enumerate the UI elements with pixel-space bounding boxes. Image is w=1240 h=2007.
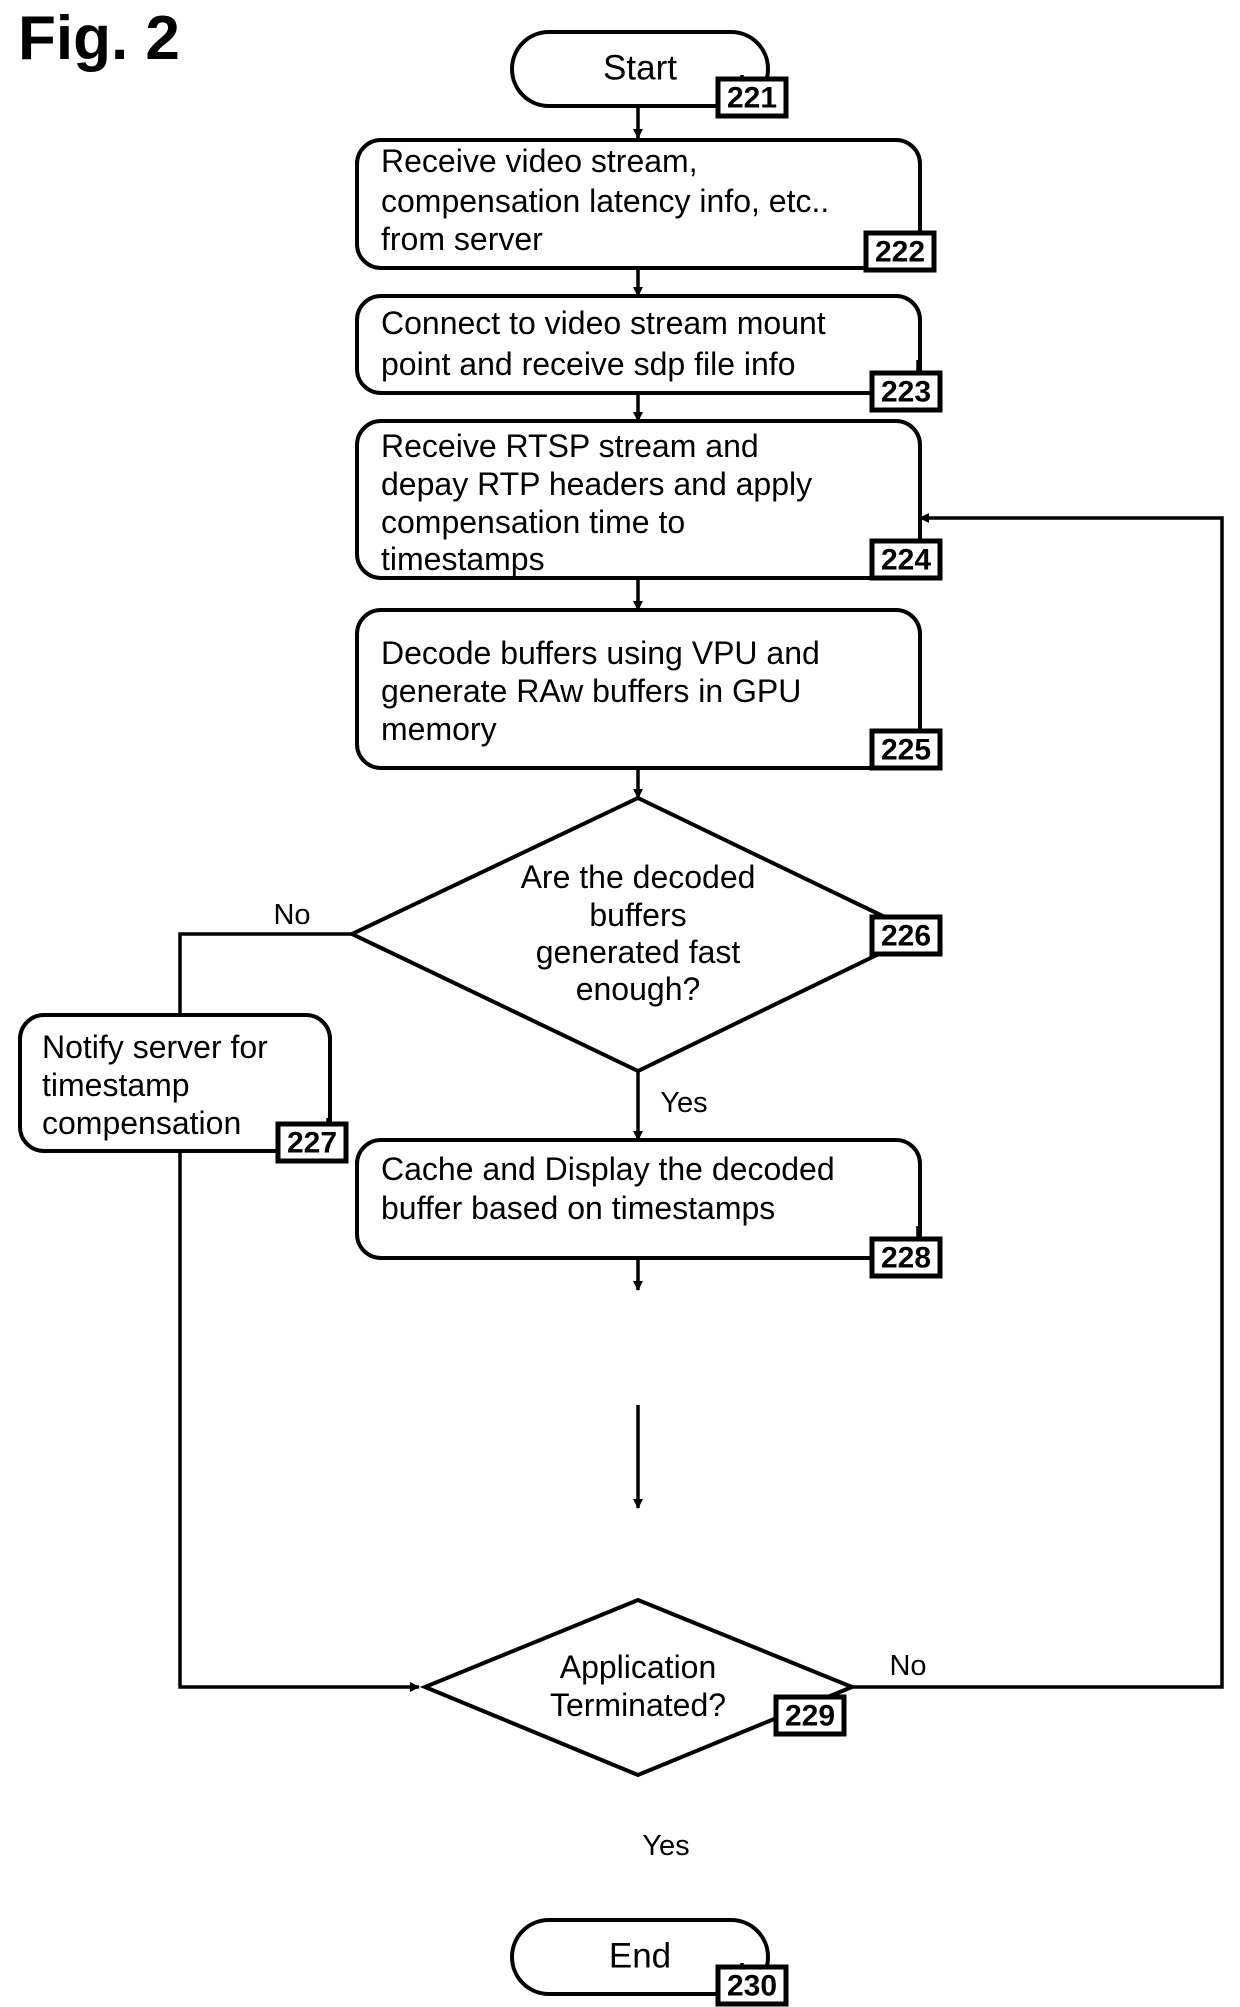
node-buffers-fast-enough: Are the decoded buffers generated fast e… bbox=[347, 795, 925, 1074]
node-222-line-2: compensation latency info, etc.. bbox=[381, 183, 829, 219]
ref-229-text: 229 bbox=[785, 1700, 835, 1733]
branch-label-226-yes: Yes bbox=[660, 1087, 707, 1119]
ref-box-221: 221 bbox=[715, 76, 789, 119]
node-226-line-4: enough? bbox=[576, 971, 701, 1007]
node-connect-mount-point: Connect to video stream mount point and … bbox=[355, 294, 922, 395]
node-application-terminated: Application Terminated? bbox=[419, 1597, 858, 1778]
branch-label-226-no: No bbox=[273, 899, 310, 931]
flowchart-canvas: Start 221 Receive video stream, compensa… bbox=[18, 30, 1224, 2007]
branch-label-229-yes: Yes bbox=[642, 1830, 689, 1862]
node-222-line-1: Receive video stream, bbox=[381, 143, 698, 179]
ref-221-text: 221 bbox=[727, 82, 777, 115]
node-228-line-1: Cache and Display the decoded bbox=[381, 1151, 835, 1187]
ref-box-227: 227 bbox=[275, 1121, 349, 1164]
node-229-line-1: Application bbox=[560, 1649, 717, 1685]
node-223-line-2: point and receive sdp file info bbox=[381, 346, 795, 382]
ref-box-226: 226 bbox=[869, 914, 943, 957]
end-label: End bbox=[609, 1937, 671, 1976]
ref-225-text: 225 bbox=[881, 734, 931, 767]
node-225-line-2: generate RAw buffers in GPU bbox=[381, 673, 801, 709]
ref-box-230: 230 bbox=[715, 1964, 789, 2007]
ref-227-text: 227 bbox=[287, 1127, 337, 1160]
figure-page: Fig. 2 Start 221 Receive video stream, c… bbox=[0, 0, 1240, 2007]
branch-label-229-no: No bbox=[889, 1650, 926, 1682]
node-224-line-1: Receive RTSP stream and bbox=[381, 428, 759, 464]
ref-box-229: 229 bbox=[773, 1694, 847, 1737]
node-224-line-4: timestamps bbox=[381, 541, 545, 577]
node-222-line-3: from server bbox=[381, 221, 543, 257]
ref-224-text: 224 bbox=[881, 544, 931, 577]
node-decode-buffers: Decode buffers using VPU and generate RA… bbox=[355, 608, 922, 770]
ref-box-224: 224 bbox=[869, 538, 943, 581]
node-224-line-2: depay RTP headers and apply bbox=[381, 466, 812, 502]
node-226-line-3: generated fast bbox=[536, 934, 741, 970]
node-227-line-2: timestamp bbox=[42, 1067, 190, 1103]
node-225-line-1: Decode buffers using VPU and bbox=[381, 635, 820, 671]
ref-230-text: 230 bbox=[727, 1970, 777, 2003]
node-229-line-2: Terminated? bbox=[550, 1687, 726, 1723]
ref-222-text: 222 bbox=[875, 236, 925, 269]
node-227-line-1: Notify server for bbox=[42, 1029, 268, 1065]
node-cache-and-display: Cache and Display the decoded buffer bas… bbox=[355, 1138, 922, 1260]
node-receive-video-stream: Receive video stream, compensation laten… bbox=[355, 138, 922, 270]
node-226-line-1: Are the decoded bbox=[521, 859, 756, 895]
node-223-line-1: Connect to video stream mount bbox=[381, 305, 826, 341]
node-226-line-2: buffers bbox=[589, 897, 686, 933]
ref-228-text: 228 bbox=[881, 1242, 931, 1275]
node-228-line-2: buffer based on timestamps bbox=[381, 1190, 775, 1226]
node-227-line-3: compensation bbox=[42, 1105, 241, 1141]
ref-223-text: 223 bbox=[881, 376, 931, 409]
node-225-line-3: memory bbox=[381, 711, 497, 747]
ref-226-text: 226 bbox=[881, 920, 931, 953]
start-label: Start bbox=[603, 49, 677, 88]
node-224-line-3: compensation time to bbox=[381, 504, 685, 540]
ref-box-222: 222 bbox=[863, 230, 937, 273]
node-receive-rtsp-stream: Receive RTSP stream and depay RTP header… bbox=[355, 419, 922, 580]
ref-box-223: 223 bbox=[869, 370, 943, 413]
ref-box-228: 228 bbox=[869, 1236, 943, 1279]
ref-box-225: 225 bbox=[869, 728, 943, 771]
